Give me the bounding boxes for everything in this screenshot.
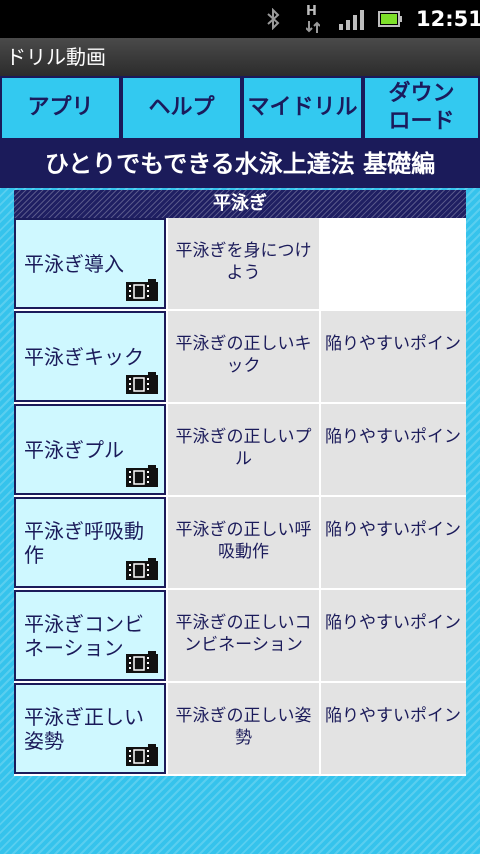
download-button[interactable]: ダウン ロード [363,76,480,140]
lesson-cell[interactable]: 平泳ぎキック [14,311,166,402]
film-icon [126,465,158,487]
battery-icon [378,11,402,27]
help-button-label: ヘルプ [148,95,215,120]
help-button[interactable]: ヘルプ [121,76,242,140]
app-title: ドリル動画 [6,45,106,69]
lesson-row: 平泳ぎ呼吸動作 平泳ぎの正しい呼吸動作 陥りやすいポイント１ [14,497,466,590]
lesson-row: 平泳ぎキック 平泳ぎの正しいキック 陥りやすいポイント [14,311,466,404]
download-button-label: ダウン ロード [388,80,454,136]
menu-bar: アプリ ヘルプ マイドリル ダウン ロード [0,76,480,140]
video-clip-cell[interactable]: 平泳ぎの正しい姿勢 [168,683,319,774]
film-icon [126,744,158,766]
lesson-grid: 平泳ぎ導入 平泳ぎを身につけよう 平泳ぎキック 平泳ぎの正しいキック 陥りやすい… [14,218,466,776]
app-title-bar: ドリル動画 [0,38,480,76]
video-clip-cell[interactable]: 平泳ぎの正しいプル [168,404,319,495]
mydrill-button-label: マイドリル [247,95,358,120]
video-clip-cell[interactable]: 平泳ぎの正しいキック [168,311,319,402]
video-clip-cell[interactable]: 平泳ぎを身につけよう [168,218,319,309]
lesson-cell[interactable]: 平泳ぎ正しい姿勢 [14,683,166,774]
app-button[interactable]: アプリ [0,76,121,140]
signal-strength-icon [339,10,364,30]
film-icon [126,372,158,394]
app-button-label: アプリ [27,95,94,120]
film-icon [126,558,158,580]
download-label-line1: ダウン [388,81,455,106]
video-clip-cell[interactable]: 陥りやすいポイント [321,311,466,402]
course-title: ひとりでもできる水泳上達法 基礎編 [0,140,480,188]
film-icon [126,279,158,301]
video-clip-cell[interactable]: 陥りやすいポイント [321,683,466,774]
lesson-cell[interactable]: 平泳ぎコンビネーション [14,590,166,681]
lesson-cell[interactable]: 平泳ぎ導入 [14,218,166,309]
lesson-row: 平泳ぎ正しい姿勢 平泳ぎの正しい姿勢 陥りやすいポイント [14,683,466,776]
video-clip-cell[interactable]: 平泳ぎの正しい呼吸動作 [168,497,319,588]
mydrill-button[interactable]: マイドリル [242,76,363,140]
video-clip-cell[interactable]: 陥りやすいポイント１ [321,497,466,588]
section-header: 平泳ぎ [14,190,466,218]
lesson-row: 平泳ぎプル 平泳ぎの正しいプル 陥りやすいポイント１ [14,404,466,497]
download-label-line2: ロード [388,109,455,134]
lesson-cell[interactable]: 平泳ぎプル [14,404,166,495]
video-clip-cell[interactable]: 陥りやすいポイント [321,590,466,681]
video-clip-cell[interactable]: 陥りやすいポイント１ [321,404,466,495]
bluetooth-icon [267,8,280,30]
status-clock: 12:51 [416,7,480,31]
network-type-icon: H [302,4,326,34]
lesson-cell[interactable]: 平泳ぎ呼吸動作 [14,497,166,588]
lesson-row: 平泳ぎ導入 平泳ぎを身につけよう [14,218,466,311]
lesson-row: 平泳ぎコンビネーション 平泳ぎの正しいコンビネーション 陥りやすいポイント [14,590,466,683]
video-clip-cell[interactable]: 平泳ぎの正しいコンビネーション [168,590,319,681]
status-bar: H 12:51 [0,0,480,38]
film-icon [126,651,158,673]
